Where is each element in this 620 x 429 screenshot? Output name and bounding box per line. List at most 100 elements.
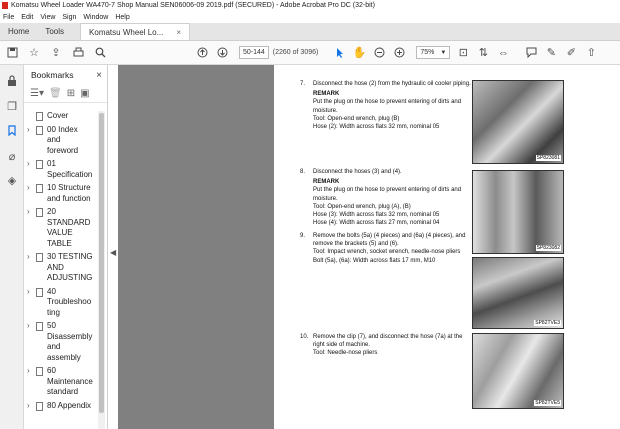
menu-sign[interactable]: Sign: [62, 14, 76, 21]
menu-edit[interactable]: Edit: [21, 14, 33, 21]
step-text: Bolt (5a), (6a): Width across flats 17 m…: [313, 257, 436, 264]
zoom-out-icon[interactable]: [372, 46, 386, 60]
bookmark-label: 01 Specification: [47, 159, 93, 179]
step-text: Tool: Needle-nose pliers: [313, 350, 378, 357]
menu-help[interactable]: Help: [115, 14, 129, 21]
bookmark-doc-icon: [36, 208, 43, 217]
collapse-panel-icon[interactable]: ◀: [110, 248, 116, 257]
zoom-select[interactable]: 75% ▼: [416, 46, 451, 59]
zoom-value: 75%: [420, 49, 435, 56]
scroll-mode-icon[interactable]: ⇅: [476, 46, 490, 60]
menu-file[interactable]: File: [3, 14, 14, 21]
photo-caption: SP82TVE3: [534, 320, 561, 326]
chevron-down-icon: ▼: [440, 49, 447, 56]
bookmark-label: 80 Appendix: [47, 400, 92, 410]
chevron-right-icon[interactable]: ›: [27, 125, 36, 136]
menu-window[interactable]: Window: [83, 14, 108, 21]
tab-document[interactable]: Komatsu Wheel Lo... ×: [80, 23, 191, 40]
window-title-bar: Komatsu Wheel Loader WA470-7 Shop Manual…: [0, 0, 620, 11]
layers-icon[interactable]: ◈: [5, 173, 19, 187]
photo-brackets: SP82TVE3: [472, 257, 564, 329]
step-text: Put the plug on the hose to prevent ente…: [313, 99, 462, 114]
tab-home[interactable]: Home: [0, 23, 37, 40]
photo-hoses-3-4: SP823082: [472, 170, 564, 254]
search-icon[interactable]: [93, 46, 107, 60]
bookmark-item[interactable]: › 30 TESTING AND ADJUSTING: [24, 252, 100, 284]
bookmark-label: 40 Troubleshooting: [47, 286, 92, 317]
bookmarks-header: Bookmarks ×: [24, 65, 107, 85]
bookmark-item[interactable]: › 40 Troubleshooting: [24, 287, 100, 319]
chevron-right-icon[interactable]: ›: [27, 207, 36, 218]
zoom-in-icon[interactable]: [392, 46, 406, 60]
chevron-right-icon[interactable]: ›: [27, 287, 36, 298]
new-bookmark-icon[interactable]: ⊞: [67, 88, 75, 99]
bookmark-item[interactable]: › 01 Specification: [24, 159, 100, 180]
photo-caption: SP823081: [535, 155, 561, 161]
step-text: Remove the clip (7), and disconnect the …: [313, 334, 463, 349]
bookmark-doc-icon: [36, 112, 43, 121]
bookmark-item[interactable]: › 50 Disassembly and assembly: [24, 321, 100, 363]
bookmark-doc-icon: [36, 125, 43, 135]
menu-view[interactable]: View: [40, 14, 55, 21]
save-icon[interactable]: [5, 46, 19, 60]
chevron-right-icon[interactable]: ›: [27, 183, 36, 194]
acrobat-icon: [2, 2, 8, 9]
bookmark-item[interactable]: › 10 Structure and function: [24, 183, 100, 204]
tag-bookmark-icon[interactable]: ▣: [80, 88, 89, 99]
step-text: Disconnect the hoses (3) and (4).: [313, 169, 402, 175]
step-text: Put the plug on the hose to prevent ente…: [313, 187, 462, 202]
tab-home-label: Home: [8, 27, 30, 36]
main-toolbar: ☆ ⇪ 50-144 (2260 of 3096) ✋ 75% ▼ ⊡ ⇅ ⇔ …: [0, 41, 620, 65]
delete-bookmark-icon[interactable]: 🗑: [49, 88, 62, 99]
upload-icon[interactable]: ⇪: [49, 46, 63, 60]
bookmark-doc-icon: [36, 287, 43, 297]
window-title: Komatsu Wheel Loader WA470-7 Shop Manual…: [11, 2, 375, 9]
highlight-icon[interactable]: ✐: [564, 46, 578, 60]
tab-document-label: Komatsu Wheel Lo...: [89, 27, 164, 37]
tab-bar: Home Tools Komatsu Wheel Lo... ×: [0, 23, 620, 41]
share-icon[interactable]: ⇧: [584, 46, 598, 60]
tools-icon[interactable]: ⇔: [496, 46, 510, 60]
bookmarks-scroll-thumb[interactable]: [99, 113, 104, 413]
hand-icon[interactable]: ✋: [352, 46, 366, 60]
remark-label: REMARK: [313, 179, 340, 186]
chevron-right-icon[interactable]: ›: [27, 252, 36, 263]
tab-tools[interactable]: Tools: [37, 23, 72, 40]
bookmarks-title: Bookmarks: [31, 70, 74, 80]
bookmarks-panel-icon[interactable]: [5, 123, 19, 137]
navigation-rail: ❐ ⌀ ◈: [0, 65, 24, 429]
sign-icon[interactable]: ✎: [544, 46, 558, 60]
chevron-right-icon[interactable]: ›: [27, 401, 36, 412]
bookmark-item[interactable]: › 80 Appendix: [24, 401, 100, 412]
fit-page-icon[interactable]: ⊡: [456, 46, 470, 60]
close-tab-icon[interactable]: ×: [176, 28, 181, 37]
lock-icon[interactable]: [5, 73, 19, 87]
pages-icon[interactable]: ❐: [5, 99, 19, 113]
chevron-right-icon[interactable]: ›: [27, 159, 36, 170]
options-menu-icon[interactable]: ☰▾: [30, 88, 44, 99]
page-down-icon[interactable]: [215, 46, 229, 60]
photo-hydraulic-hose: SP823081: [472, 80, 564, 164]
step-10: 10. Remove the clip (7), and disconnect …: [300, 333, 473, 358]
close-panel-icon[interactable]: ×: [96, 70, 102, 81]
bookmark-item[interactable]: › 60 Maintenance standard: [24, 366, 100, 398]
attachment-icon[interactable]: ⌀: [5, 149, 19, 163]
chevron-right-icon[interactable]: ›: [27, 366, 36, 377]
bookmark-item[interactable]: Cover: [24, 111, 100, 122]
bookmarks-panel: Bookmarks × ☰▾ 🗑 ⊞ ▣ Cover › 00 Index and…: [24, 65, 108, 429]
print-icon[interactable]: [71, 46, 85, 60]
menu-bar: File Edit View Sign Window Help: [0, 11, 620, 23]
bookmark-item[interactable]: › 00 Index and foreword: [24, 125, 100, 157]
chevron-right-icon[interactable]: ›: [27, 321, 36, 332]
step-9: 9. Remove the bolts (5a) (4 pieces) and …: [300, 232, 473, 265]
page-up-icon[interactable]: [195, 46, 209, 60]
tab-tools-label: Tools: [45, 27, 65, 36]
select-cursor-icon[interactable]: [332, 46, 346, 60]
photo-clip-hose: SP82TVE5: [472, 333, 564, 409]
pdf-page: 7. Disconnect the hose (2) from the hydr…: [274, 65, 620, 429]
page-number-input[interactable]: 50-144: [239, 46, 269, 59]
step-number: 8.: [300, 169, 306, 175]
comment-icon[interactable]: [524, 46, 538, 60]
bookmark-icon[interactable]: ☆: [27, 46, 41, 60]
bookmark-item[interactable]: › 20 STANDARD VALUE TABLE: [24, 207, 100, 249]
